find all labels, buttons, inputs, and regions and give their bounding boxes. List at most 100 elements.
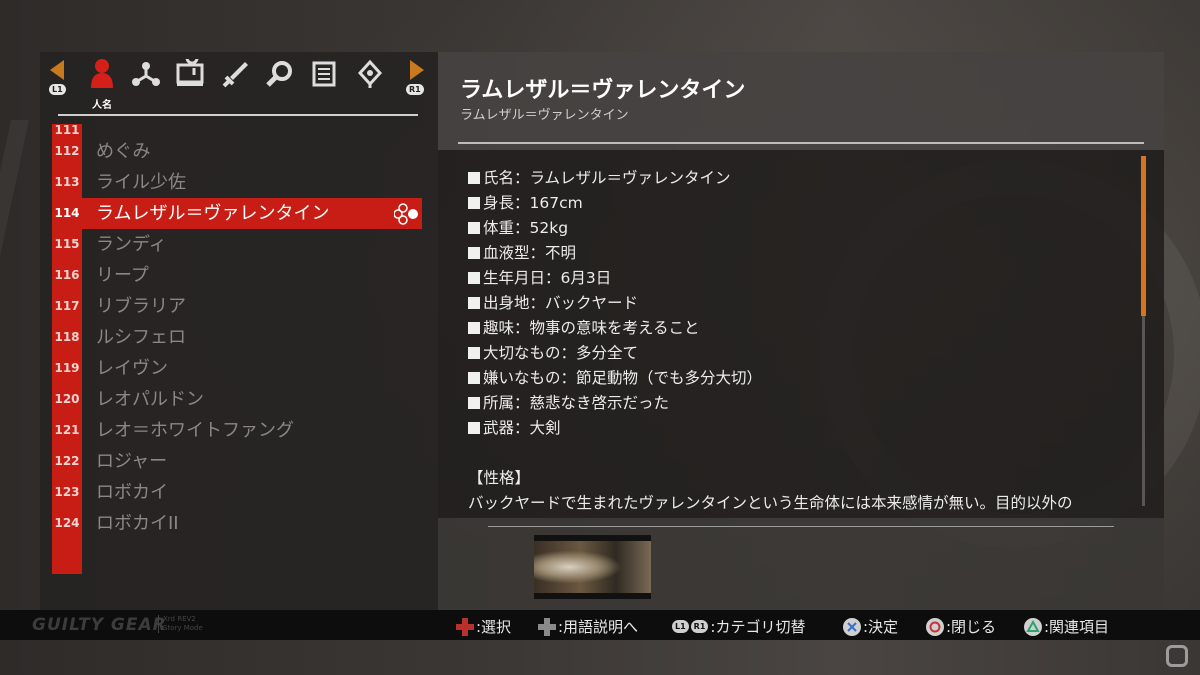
list-item-selected[interactable]: 114 ラムレザル＝ヴァレンタイン (52, 198, 422, 229)
list-item[interactable]: 123 ロボカイ (52, 477, 422, 508)
scroll-icon[interactable] (308, 58, 340, 90)
entry-header: ラムレザル＝ヴァレンタイン ラムレザル＝ヴァレンタイン (438, 52, 1164, 150)
active-category-label: 人名 (92, 100, 112, 111)
list-item[interactable]: 116 リープ (52, 260, 422, 291)
l1-button-icon: L1 (672, 620, 689, 633)
category-next-arrow-icon[interactable] (410, 60, 424, 80)
list-item-number: 118 (54, 330, 80, 344)
hint-select-label: :選択 (476, 618, 512, 636)
attribute-item: 身長：167cm (468, 191, 762, 216)
button-hint-bar: GUILTY GEAR Xrd REV2 Story Mode :選択 :用語説… (0, 610, 1200, 640)
list-item-number: 120 (54, 392, 80, 406)
hint-related-label: :関連項目 (1044, 618, 1110, 636)
hint-select: :選択 (456, 616, 511, 637)
list-item[interactable]: 119 レイヴン (52, 353, 422, 384)
character-thumbnail[interactable] (534, 535, 651, 599)
list-item-name: リープ (96, 265, 149, 286)
hint-close: :閉じる (926, 616, 996, 637)
attribute-item: 生年月日：6月3日 (468, 266, 762, 291)
list-item[interactable]: 120 レオパルドン (52, 384, 422, 415)
r1-button-icon: R1 (690, 620, 709, 633)
triangle-button-icon (1024, 617, 1042, 636)
list-item[interactable]: 112 めぐみ (52, 136, 422, 167)
list-item[interactable]: 111 ヌイ (52, 124, 422, 136)
list-item[interactable]: 113 ライル少佐 (52, 167, 422, 198)
term-list: 111 ヌイ 112 めぐみ 113 ライル少佐 114 ラムレザル＝ヴァレンタ… (52, 124, 422, 539)
attribute-item: 血液型：不明 (468, 241, 762, 266)
cross-button-icon (843, 617, 861, 636)
entry-detail[interactable]: 氏名：ラムレザル＝ヴァレンタイン 身長：167cm 体重：52kg 血液型：不明… (438, 150, 1164, 518)
attribute-item: 出身地：バックヤード (468, 291, 762, 316)
attribute-item: 体重：52kg (468, 216, 762, 241)
attribute-list: 氏名：ラムレザル＝ヴァレンタイン 身長：167cm 体重：52kg 血液型：不明… (468, 166, 762, 441)
list-item-name: めぐみ (96, 141, 151, 162)
list-item-number: 121 (54, 423, 80, 437)
hint-category: L1 R1 :カテゴリ切替 (672, 616, 805, 637)
list-item-number: 117 (54, 299, 80, 313)
list-item-name: ロボカイII (96, 513, 179, 534)
related-image-area (438, 518, 1164, 610)
hint-related: :関連項目 (1024, 616, 1109, 637)
list-item[interactable]: 117 リブラリア (52, 291, 422, 322)
selection-cursor-icon (394, 203, 418, 225)
map-icon[interactable] (174, 58, 206, 90)
dpad-icon (456, 617, 474, 636)
list-item-name: レオパルドン (96, 389, 204, 410)
list-item-number: 111 (54, 124, 80, 136)
list-item-name: レオ＝ホワイトファング (96, 420, 294, 441)
list-item[interactable]: 124 ロボカイII (52, 508, 422, 539)
game-logo-subtitle: Xrd REV2 Story Mode (158, 615, 213, 633)
attribute-item: 大切なもの：多分全て (468, 341, 762, 366)
attribute-item: 武器：大剣 (468, 416, 762, 441)
hint-confirm: :決定 (843, 616, 898, 637)
list-item-name: ロジャー (96, 451, 168, 472)
list-item-name: ライル少佐 (96, 172, 186, 193)
list-item-name: ランディ (96, 234, 167, 255)
entry-title: ラムレザル＝ヴァレンタイン (460, 78, 746, 103)
list-item-name: レイヴン (96, 358, 168, 379)
category-prev-arrow-icon[interactable] (50, 60, 64, 80)
list-item-number: 124 (54, 516, 80, 530)
sword-icon[interactable] (220, 58, 252, 90)
list-item-number: 123 (54, 485, 80, 499)
list-item-name: ラムレザル＝ヴァレンタイン (96, 203, 330, 224)
emblem-icon[interactable] (354, 58, 386, 90)
attribute-item: 氏名：ラムレザル＝ヴァレンタイン (468, 166, 762, 191)
list-item-number: 119 (54, 361, 80, 375)
list-item[interactable]: 115 ランディ (52, 229, 422, 260)
hint-glossary: :用語説明へ (538, 616, 638, 637)
term-list-panel: L1 人名 R1 111 ヌイ (40, 52, 438, 610)
hint-close-label: :閉じる (946, 618, 997, 636)
person-icon[interactable] (86, 58, 118, 90)
l1-button-tag: L1 (49, 84, 66, 95)
section-title: 【性格】 (468, 469, 531, 487)
list-item-number: 112 (54, 144, 80, 158)
header-divider (458, 142, 1144, 144)
attribute-item: 所属：慈悲なき啓示だった (468, 391, 762, 416)
list-item[interactable]: 121 レオ＝ホワイトファング (52, 415, 422, 446)
scrollbar-thumb[interactable] (1141, 156, 1146, 316)
magnifier-icon[interactable] (264, 58, 296, 90)
list-item[interactable]: 122 ロジャー (52, 446, 422, 477)
list-item-number: 116 (54, 268, 80, 282)
category-divider (58, 114, 418, 116)
network-icon[interactable] (130, 58, 162, 90)
list-item-name: リブラリア (96, 296, 186, 317)
list-item[interactable]: 118 ルシフェロ (52, 322, 422, 353)
watermark-icon (1166, 645, 1188, 667)
hint-category-label: :カテゴリ切替 (710, 618, 806, 636)
r1-button-tag: R1 (406, 84, 424, 95)
list-item-number: 114 (54, 206, 80, 220)
hint-confirm-label: :決定 (863, 618, 899, 636)
list-item-number: 115 (54, 237, 80, 251)
list-item-number: 122 (54, 454, 80, 468)
game-logo: GUILTY GEAR (32, 615, 167, 635)
category-bar: L1 人名 R1 (40, 52, 438, 118)
circle-button-icon (926, 617, 944, 636)
thumbnail-divider (488, 526, 1114, 527)
entry-subtitle: ラムレザル＝ヴァレンタイン (460, 108, 629, 123)
entry-body-text: バックヤードで生まれたヴァレンタインという生命体には本来感情が無い。目的以外の (468, 494, 1073, 512)
list-item-name: ルシフェロ (96, 327, 186, 348)
list-item-number: 113 (54, 175, 80, 189)
list-item-name: ロボカイ (96, 482, 168, 503)
